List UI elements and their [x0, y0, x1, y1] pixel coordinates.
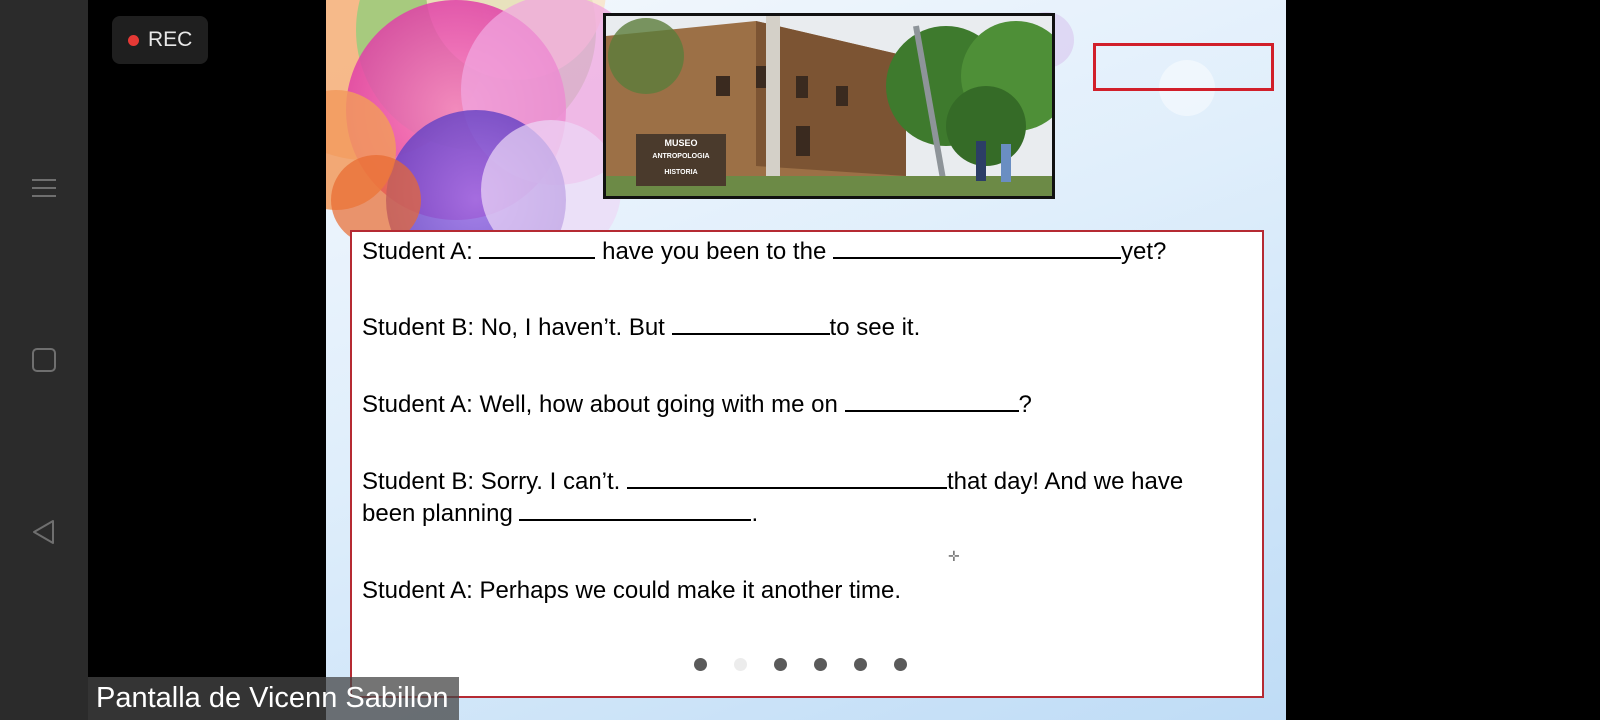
- presenter-screen-label: Pantalla de Vicenn Sabillon: [88, 677, 459, 720]
- page-dot[interactable]: [894, 658, 907, 671]
- museum-photo: MUSEO ANTROPOLOGIA HISTORIA: [603, 13, 1055, 199]
- highlight-rectangle: [1093, 43, 1274, 91]
- dialog-text: been planning: [362, 500, 513, 527]
- dialog-text: ?: [1018, 391, 1032, 418]
- fill-blank: [671, 313, 830, 335]
- fill-blank: [627, 467, 948, 489]
- speaker-label: Student A:: [362, 238, 473, 265]
- speaker-label: Student A:: [362, 391, 473, 418]
- page-dot[interactable]: [814, 658, 827, 671]
- dialog-text: .: [751, 500, 759, 527]
- dialog-line: Student A: have you been to the yet?: [362, 236, 1166, 268]
- dialog-line: Student B: Sorry. I can’t. that day! And…: [362, 466, 1183, 498]
- triangle-back-icon[interactable]: [28, 516, 60, 548]
- shared-slide: MUSEO ANTROPOLOGIA HISTORIA Student A: h…: [326, 0, 1286, 720]
- recording-badge[interactable]: REC: [112, 16, 208, 64]
- fill-blank: [832, 237, 1121, 259]
- android-nav-bar: [0, 0, 88, 720]
- page-dot[interactable]: [774, 658, 787, 671]
- fill-blank: [479, 237, 596, 259]
- crosshair-cursor-icon: ✛: [948, 548, 960, 564]
- sign-line-3: HISTORIA: [664, 169, 697, 176]
- dialog-text: that day! And we have: [947, 468, 1184, 495]
- dialog-text: Sorry. I can’t.: [480, 468, 621, 495]
- dialog-text: Perhaps we could make it another time.: [479, 577, 901, 604]
- dialog-text: have you been to the: [602, 238, 827, 265]
- recording-label: REC: [148, 28, 193, 51]
- dialog-text: yet?: [1120, 238, 1167, 265]
- dialog-text: to see it.: [829, 314, 921, 341]
- dialog-line: Student B: No, I haven’t. But to see it.: [362, 312, 920, 344]
- page-dot[interactable]: [694, 658, 707, 671]
- menu-icon[interactable]: [28, 172, 60, 204]
- square-home-icon[interactable]: [28, 344, 60, 376]
- speaker-label: Student B:: [362, 314, 475, 341]
- fill-blank: [844, 390, 1019, 412]
- dialog-line-continuation: been planning .: [362, 498, 758, 530]
- dialog-text: Well, how about going with me on: [479, 391, 838, 418]
- sign-line-2: ANTROPOLOGIA: [652, 153, 709, 160]
- dialog-box: Student A: have you been to the yet? Stu…: [350, 230, 1264, 698]
- dialog-text: No, I haven’t. But: [480, 314, 665, 341]
- dialog-line: Student A: Perhaps we could make it anot…: [362, 575, 901, 607]
- sign-line-1: MUSEO: [664, 138, 697, 148]
- fill-blank: [519, 499, 752, 521]
- speaker-label: Student B:: [362, 468, 475, 495]
- page-dot[interactable]: [854, 658, 867, 671]
- page-dot-active[interactable]: [734, 658, 747, 671]
- record-dot-icon: [128, 34, 139, 46]
- dialog-line: Student A: Well, how about going with me…: [362, 389, 1032, 421]
- slide-pagination: [694, 658, 907, 671]
- speaker-label: Student A:: [362, 577, 473, 604]
